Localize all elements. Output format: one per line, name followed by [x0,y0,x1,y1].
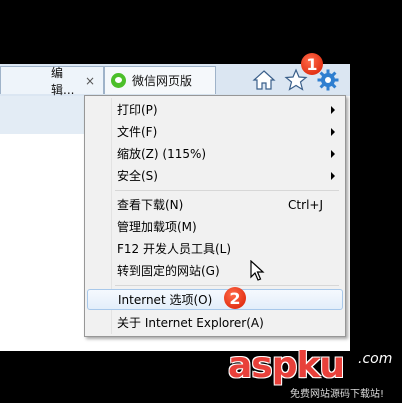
menu-item-label: 安全(S) [117,169,158,183]
tab-wechat[interactable]: 微信网页版 [104,66,216,94]
menu-item-view-downloads[interactable]: 查看下载(N) Ctrl+J [87,194,343,215]
menu-item-print[interactable]: 打印(P) [87,99,343,120]
menu-item-label: 查看下载(N) [117,198,184,212]
tab-label: 编辑... [51,65,75,97]
dark-backdrop-right [350,0,402,403]
submenu-arrow-icon [331,150,335,158]
menu-item-file[interactable]: 文件(F) [87,121,343,142]
step-1-badge: 1 [301,53,323,75]
menu-item-label: 缩放(Z) (115%) [117,147,207,161]
submenu-arrow-icon [331,128,335,136]
dark-backdrop [0,0,350,64]
menu-item-f12-devtools[interactable]: F12 开发人员工具(L) [87,238,343,259]
menu-item-about-ie[interactable]: 关于 Internet Explorer(A) [87,312,343,333]
menu-separator [115,285,339,286]
watermark-brand: aspku [228,345,345,386]
toolbar-icons [248,64,350,96]
menu-item-label: Internet 选项(O) [118,293,213,307]
menu-item-pinned-sites[interactable]: 转到固定的网站(G) [87,260,343,281]
menu-item-safety[interactable]: 安全(S) [87,165,343,186]
watermark-suffix: .com [358,351,393,367]
menu-item-label: 文件(F) [117,125,158,139]
tab-edit[interactable]: 编辑... × [0,66,104,97]
menu-item-label: 打印(P) [117,103,158,117]
mouse-cursor-icon [250,260,265,281]
submenu-arrow-icon [331,106,335,114]
screenshot: 编辑... × 微信网页版 打印(P) 文件(F) 缩放(Z) (115%) 安… [0,0,402,403]
menu-item-label: 管理加载项(M) [117,220,197,234]
menu-item-manage-addons[interactable]: 管理加载项(M) [87,216,343,237]
tools-menu: 打印(P) 文件(F) 缩放(Z) (115%) 安全(S) 查看下载(N) C… [84,95,346,337]
close-icon[interactable]: × [85,74,95,88]
menu-separator [115,190,339,191]
watermark-tagline: 免费网站源码下载站! [290,389,385,400]
home-icon[interactable] [252,68,276,92]
menu-item-label: 转到固定的网站(G) [117,264,220,278]
address-strip [0,96,84,134]
menu-item-shortcut: Ctrl+J [288,197,323,212]
menu-item-label: F12 开发人员工具(L) [117,242,232,256]
step-2-badge: 2 [224,287,246,309]
menu-item-internet-options[interactable]: Internet 选项(O) [87,289,343,310]
submenu-arrow-icon [331,172,335,180]
menu-item-zoom[interactable]: 缩放(Z) (115%) [87,143,343,164]
menu-item-label: 关于 Internet Explorer(A) [117,316,264,330]
tab-label: 微信网页版 [132,74,193,88]
site-watermark: aspku .com 免费网站源码下载站! [228,345,402,403]
wechat-icon [111,73,126,88]
